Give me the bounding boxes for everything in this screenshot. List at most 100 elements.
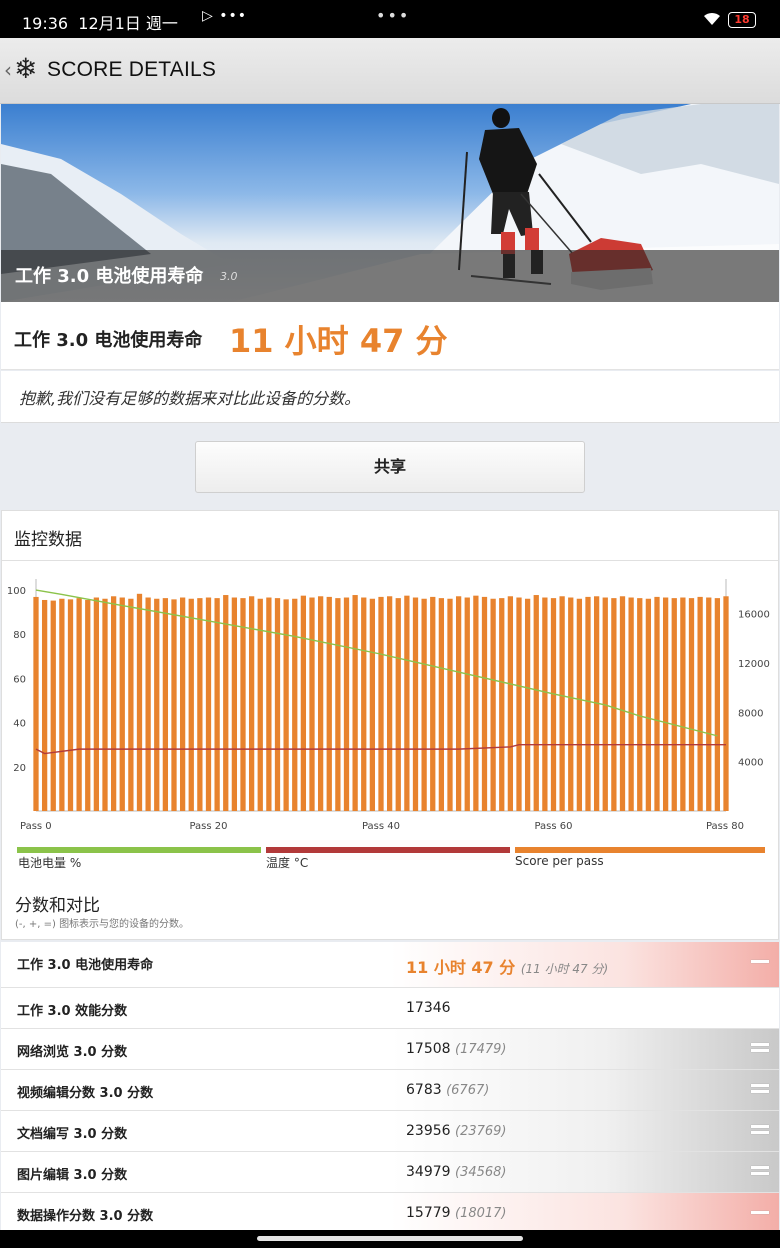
right-axis-tick-label: 8000 xyxy=(738,708,763,719)
multiwindow-dots-icon[interactable]: ••• xyxy=(376,6,410,25)
minus-icon[interactable] xyxy=(751,1207,769,1219)
monitoring-chart: 20 40 60 80 100 4000 8000 12000 16000 Pass 0 Pass … xyxy=(7,579,770,832)
score-bar xyxy=(214,598,220,811)
hero-version: 3.0 xyxy=(220,270,238,283)
score-bar xyxy=(309,597,315,811)
score-bar xyxy=(568,597,574,811)
score-bar xyxy=(654,596,660,811)
equal-icon[interactable] xyxy=(751,1084,769,1096)
x-axis-tick-label: Pass 40 xyxy=(362,821,400,832)
score-bar xyxy=(274,598,281,811)
row-reference-score: (6767) xyxy=(446,1083,490,1098)
row-value: 34979 (34568) xyxy=(406,1164,507,1180)
row-value: 17346 xyxy=(406,1000,451,1016)
comparison-row[interactable]: 文档编写 3.0 分数 23956 (23769) xyxy=(1,1111,779,1152)
result-label: 工作 3.0 电池使用寿命 xyxy=(14,330,203,351)
app-bar: ‹ ❄ SCORE DETAILS xyxy=(0,38,780,104)
row-value: 6783 (6767) xyxy=(406,1082,489,1098)
score-bar xyxy=(119,597,125,811)
score-bar xyxy=(542,597,548,811)
score-bar xyxy=(464,597,470,811)
comparison-row[interactable]: 视频编辑分数 3.0 分数 6783 (6767) xyxy=(1,1070,779,1111)
status-time: 19:36 12月1日 週一 xyxy=(22,14,178,33)
row-value-cell: 6783 (6767) xyxy=(391,1070,779,1110)
comparison-notice: 抱歉,我们没有足够的数据来对比此设备的分数。 xyxy=(1,371,779,423)
score-bar xyxy=(93,597,100,811)
score-bar xyxy=(171,599,177,811)
row-value-cell: 17508 (17479) xyxy=(391,1029,779,1069)
score-bar xyxy=(395,598,401,811)
row-reference-score: (23769) xyxy=(455,1124,507,1139)
score-bar xyxy=(283,599,289,811)
score-bar xyxy=(714,598,721,811)
score-bar xyxy=(706,597,712,811)
left-axis-tick-label: 40 xyxy=(13,719,26,730)
score-bar xyxy=(628,597,634,811)
score-bar xyxy=(533,595,539,811)
score-bar xyxy=(33,596,39,811)
score-bar xyxy=(585,596,591,811)
result-value: 11 小时 47 分 xyxy=(229,322,448,360)
left-axis-tick-label: 100 xyxy=(7,586,26,597)
comparison-row[interactable]: 工作 3.0 电池使用寿命 11 小时 47 分 (11 小时 47 分) xyxy=(1,942,779,988)
row-score: 34979 xyxy=(406,1164,451,1180)
comparison-row[interactable]: 网络浏览 3.0 分数 17508 (17479) xyxy=(1,1029,779,1070)
score-bar xyxy=(438,598,445,811)
score-bar xyxy=(404,595,410,811)
x-axis-tick-label: Pass 60 xyxy=(534,821,572,832)
left-axis-tick-label: 20 xyxy=(13,763,26,774)
scores-subtitle: (-, +, =) 图标表示与您的设备的分数。 xyxy=(15,919,190,930)
score-bar xyxy=(41,599,48,811)
scores-title: 分数和对比 xyxy=(15,896,100,916)
score-bar xyxy=(335,598,341,811)
score-bar xyxy=(662,597,669,811)
score-bar xyxy=(223,595,229,811)
monitoring-header: 监控数据 xyxy=(2,511,778,561)
score-bar xyxy=(576,598,583,811)
score-bar xyxy=(179,597,186,811)
score-bar xyxy=(559,596,565,811)
comparison-row[interactable]: 图片编辑 3.0 分数 34979 (34568) xyxy=(1,1152,779,1193)
score-bar xyxy=(421,598,427,811)
left-axis-tick-label: 60 xyxy=(13,674,26,685)
score-bar xyxy=(292,598,298,811)
back-chevron-icon[interactable]: ‹ xyxy=(4,58,12,82)
score-bar xyxy=(240,598,246,811)
right-axis-tick-label: 4000 xyxy=(738,758,763,769)
comparison-row[interactable]: 数据操作分数 3.0 分数 15779 (18017) xyxy=(1,1193,779,1234)
home-gesture-pill[interactable] xyxy=(257,1236,523,1241)
row-name: 工作 3.0 电池使用寿命 xyxy=(17,958,154,973)
comparison-row[interactable]: 工作 3.0 效能分数 17346 xyxy=(1,988,779,1029)
share-button[interactable]: 共享 xyxy=(195,441,585,493)
hero-title: 工作 3.0 电池使用寿命 xyxy=(15,266,204,287)
row-reference-score: (11 小时 47 分) xyxy=(520,962,609,976)
row-score: 6783 xyxy=(406,1082,442,1098)
score-bar xyxy=(326,596,332,811)
score-bar xyxy=(300,595,307,811)
left-axis-tick-label: 80 xyxy=(13,630,26,641)
score-bar xyxy=(481,596,488,811)
minus-icon[interactable] xyxy=(751,956,769,968)
row-value-cell: 15779 (18017) xyxy=(391,1193,779,1233)
row-name: 网络浏览 3.0 分数 xyxy=(17,1045,128,1060)
equal-icon[interactable] xyxy=(751,1043,769,1055)
row-score: 11 小时 47 分 xyxy=(406,958,516,977)
score-bar xyxy=(524,598,531,811)
status-bar: 19:36 12月1日 週一 ▷ ••• ••• 18 xyxy=(0,0,780,38)
row-name: 文档编写 3.0 分数 xyxy=(17,1127,128,1142)
row-value: 15779 (18017) xyxy=(406,1205,507,1221)
score-bar xyxy=(76,598,82,811)
right-axis-tick-label: 12000 xyxy=(738,659,770,670)
score-bar xyxy=(671,598,677,811)
hero-banner: 工作 3.0 电池使用寿命 3.0 xyxy=(1,104,779,302)
equal-icon[interactable] xyxy=(751,1166,769,1178)
score-bar xyxy=(352,595,358,811)
row-value-cell: 17346 xyxy=(391,988,779,1028)
score-bar xyxy=(59,598,65,811)
row-reference-score: (34568) xyxy=(455,1165,507,1180)
legend-score-swatch xyxy=(515,847,765,853)
snowflake-logo-icon: ❄ xyxy=(14,52,38,85)
score-bar xyxy=(637,598,643,811)
row-name: 视频编辑分数 3.0 分数 xyxy=(17,1086,154,1101)
equal-icon[interactable] xyxy=(751,1125,769,1137)
